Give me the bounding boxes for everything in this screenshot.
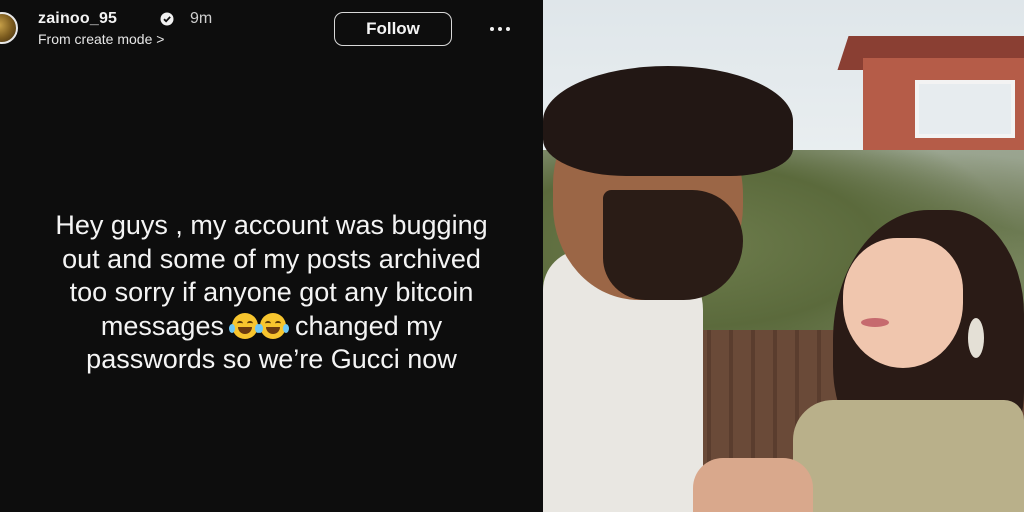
messages-word: messages — [100, 310, 224, 341]
held-hands — [693, 458, 813, 512]
laughing-crying-emoji-icon — [229, 312, 262, 339]
story-line: too sorry if anyone got any bitcoin — [69, 277, 474, 307]
story-line: Hey guys , my account was bugging — [55, 210, 488, 240]
story-line: out and some of my posts archived — [62, 243, 481, 274]
laughing-crying-emoji-icon — [257, 312, 290, 339]
house-window — [915, 80, 1015, 138]
follow-button[interactable]: Follow — [334, 12, 452, 46]
changed-my-text: changed my — [295, 310, 443, 341]
story-text: Hey guys , my account was bugging out an… — [0, 209, 543, 377]
story-line: messages changed my — [0, 310, 543, 344]
verified-badge-icon — [160, 12, 174, 26]
man-beard — [603, 190, 743, 300]
man-hair — [543, 66, 793, 176]
create-mode-link[interactable]: From create mode > — [38, 31, 164, 47]
username[interactable]: zainoo_95 — [38, 10, 117, 28]
story-header: zainoo_95 9m From create mode > Follow — [0, 0, 543, 55]
story-panel: zainoo_95 9m From create mode > Follow H… — [0, 0, 543, 512]
woman-dress — [793, 400, 1024, 512]
woman-face — [843, 238, 963, 368]
woman-lips — [861, 318, 889, 327]
more-options-icon[interactable] — [484, 16, 516, 42]
post-time: 9m — [190, 10, 213, 27]
earring — [968, 318, 984, 358]
couple-photo — [543, 0, 1024, 512]
story-line: passwords so we’re Gucci now — [86, 344, 457, 374]
profile-avatar[interactable] — [0, 12, 18, 44]
